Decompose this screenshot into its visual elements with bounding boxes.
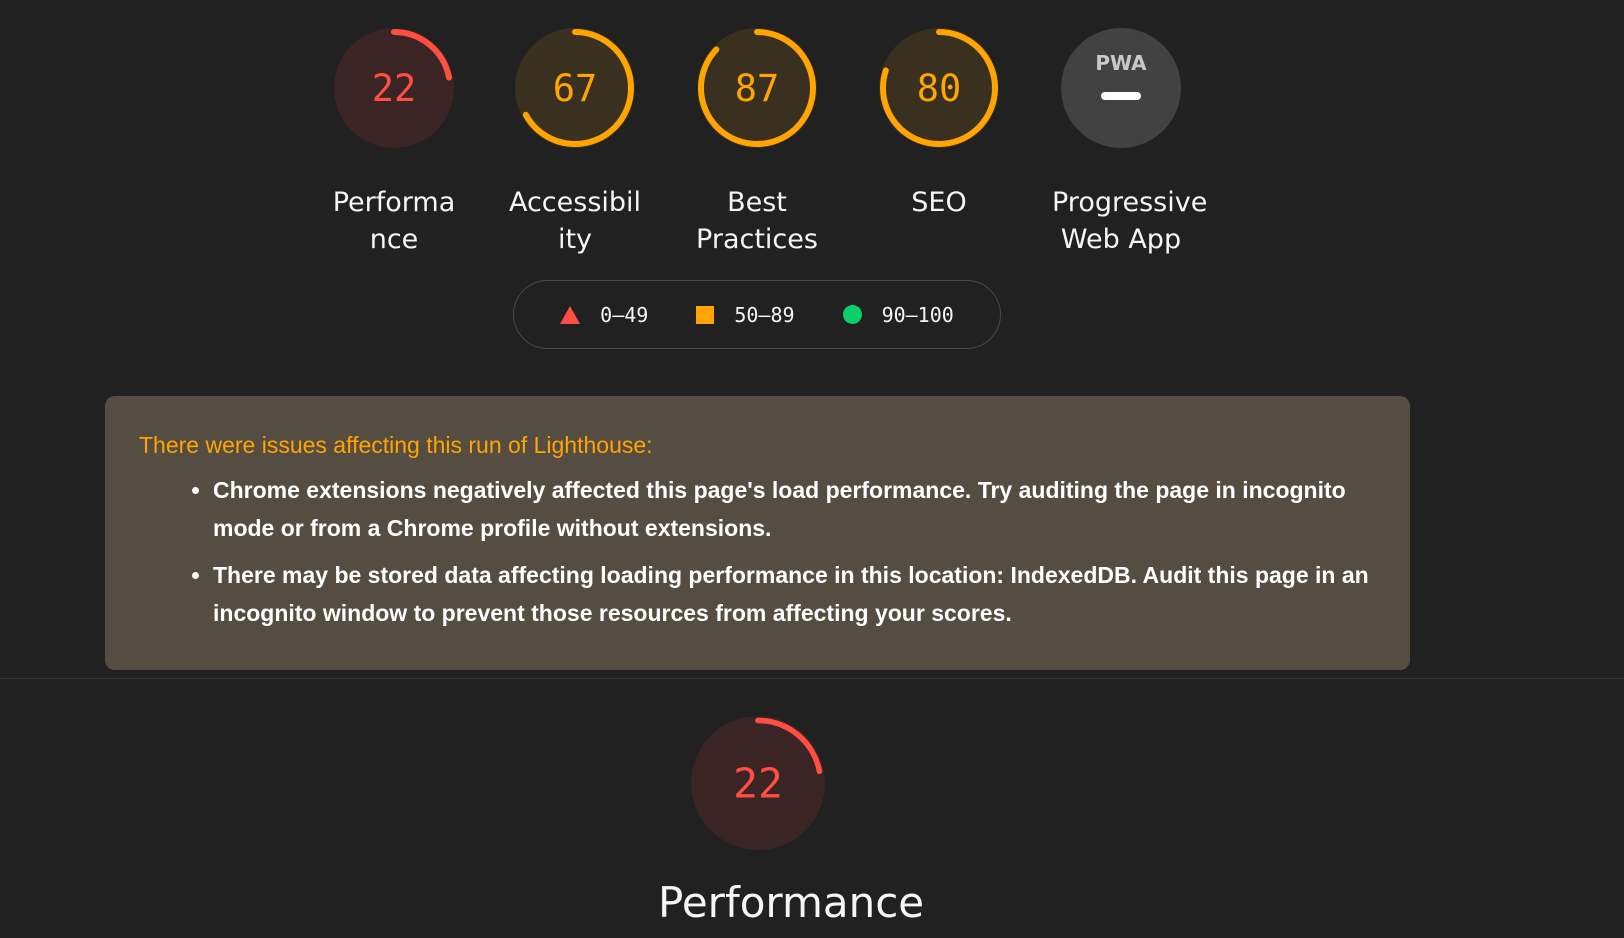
gauge-best-practices[interactable]: 87 Best Practices — [682, 28, 832, 258]
gauge-label: SEO — [911, 187, 967, 218]
gauge-seo[interactable]: 80 SEO — [864, 28, 1014, 221]
gauge-label: Best Practices — [696, 187, 818, 255]
gauge-pwa[interactable]: PWA Progressive Web App — [1046, 28, 1208, 258]
section-divider — [0, 678, 1624, 679]
square-icon — [696, 305, 715, 324]
warnings-list: Chrome extensions negatively affected th… — [139, 471, 1376, 632]
gauge-accessibility[interactable]: 67 Accessibility — [500, 28, 650, 258]
gauge-ring: 22 — [334, 28, 454, 148]
performance-title: Performance — [658, 878, 925, 927]
legend-average: 50–89 — [696, 302, 795, 327]
pwa-dash-icon — [1101, 92, 1141, 100]
score-gauges: 22 Performance 67 Accessibility 87 Best … — [0, 0, 1624, 255]
warning-item: There may be stored data affecting loadi… — [213, 556, 1376, 632]
gauge-label: Performance — [332, 187, 456, 255]
performance-category-gauge: 22 Performance — [658, 716, 925, 927]
triangle-icon — [560, 305, 581, 324]
legend-pass-range: 90–100 — [881, 302, 954, 327]
gauge-score: 80 — [917, 67, 962, 110]
gauge-score: 22 — [733, 760, 783, 808]
score-scale-legend: 0–49 50–89 90–100 — [513, 280, 1001, 349]
warnings-title: There were issues affecting this run of … — [139, 432, 653, 458]
gauge-score: 87 — [735, 67, 780, 110]
gauge-ring: 80 — [879, 28, 999, 148]
legend-fail: 0–49 — [560, 303, 648, 327]
pwa-badge-text: PWA — [1095, 51, 1147, 75]
gauge-ring: 87 — [697, 28, 817, 148]
gauge-performance[interactable]: 22 Performance — [319, 28, 469, 258]
gauge-score: 22 — [372, 67, 417, 110]
pwa-badge-bg — [1061, 28, 1181, 148]
warning-item: Chrome extensions negatively affected th… — [213, 471, 1376, 547]
legend-pass: 90–100 — [842, 302, 954, 327]
gauge-ring: 67 — [515, 28, 635, 148]
gauge-ring: 22 — [691, 716, 825, 850]
legend-average-range: 50–89 — [734, 302, 795, 327]
runtime-warnings: There were issues affecting this run of … — [105, 396, 1410, 670]
pwa-icon: PWA — [1061, 28, 1181, 148]
gauge-score: 67 — [553, 67, 598, 110]
gauge-label: Accessibility — [508, 187, 642, 255]
legend-fail-range: 0–49 — [600, 302, 649, 327]
lighthouse-report: 22 Performance 67 Accessibility 87 Best … — [0, 0, 1624, 938]
circle-icon — [842, 305, 862, 324]
gauge-label: Progressive Web App — [1052, 187, 1208, 255]
